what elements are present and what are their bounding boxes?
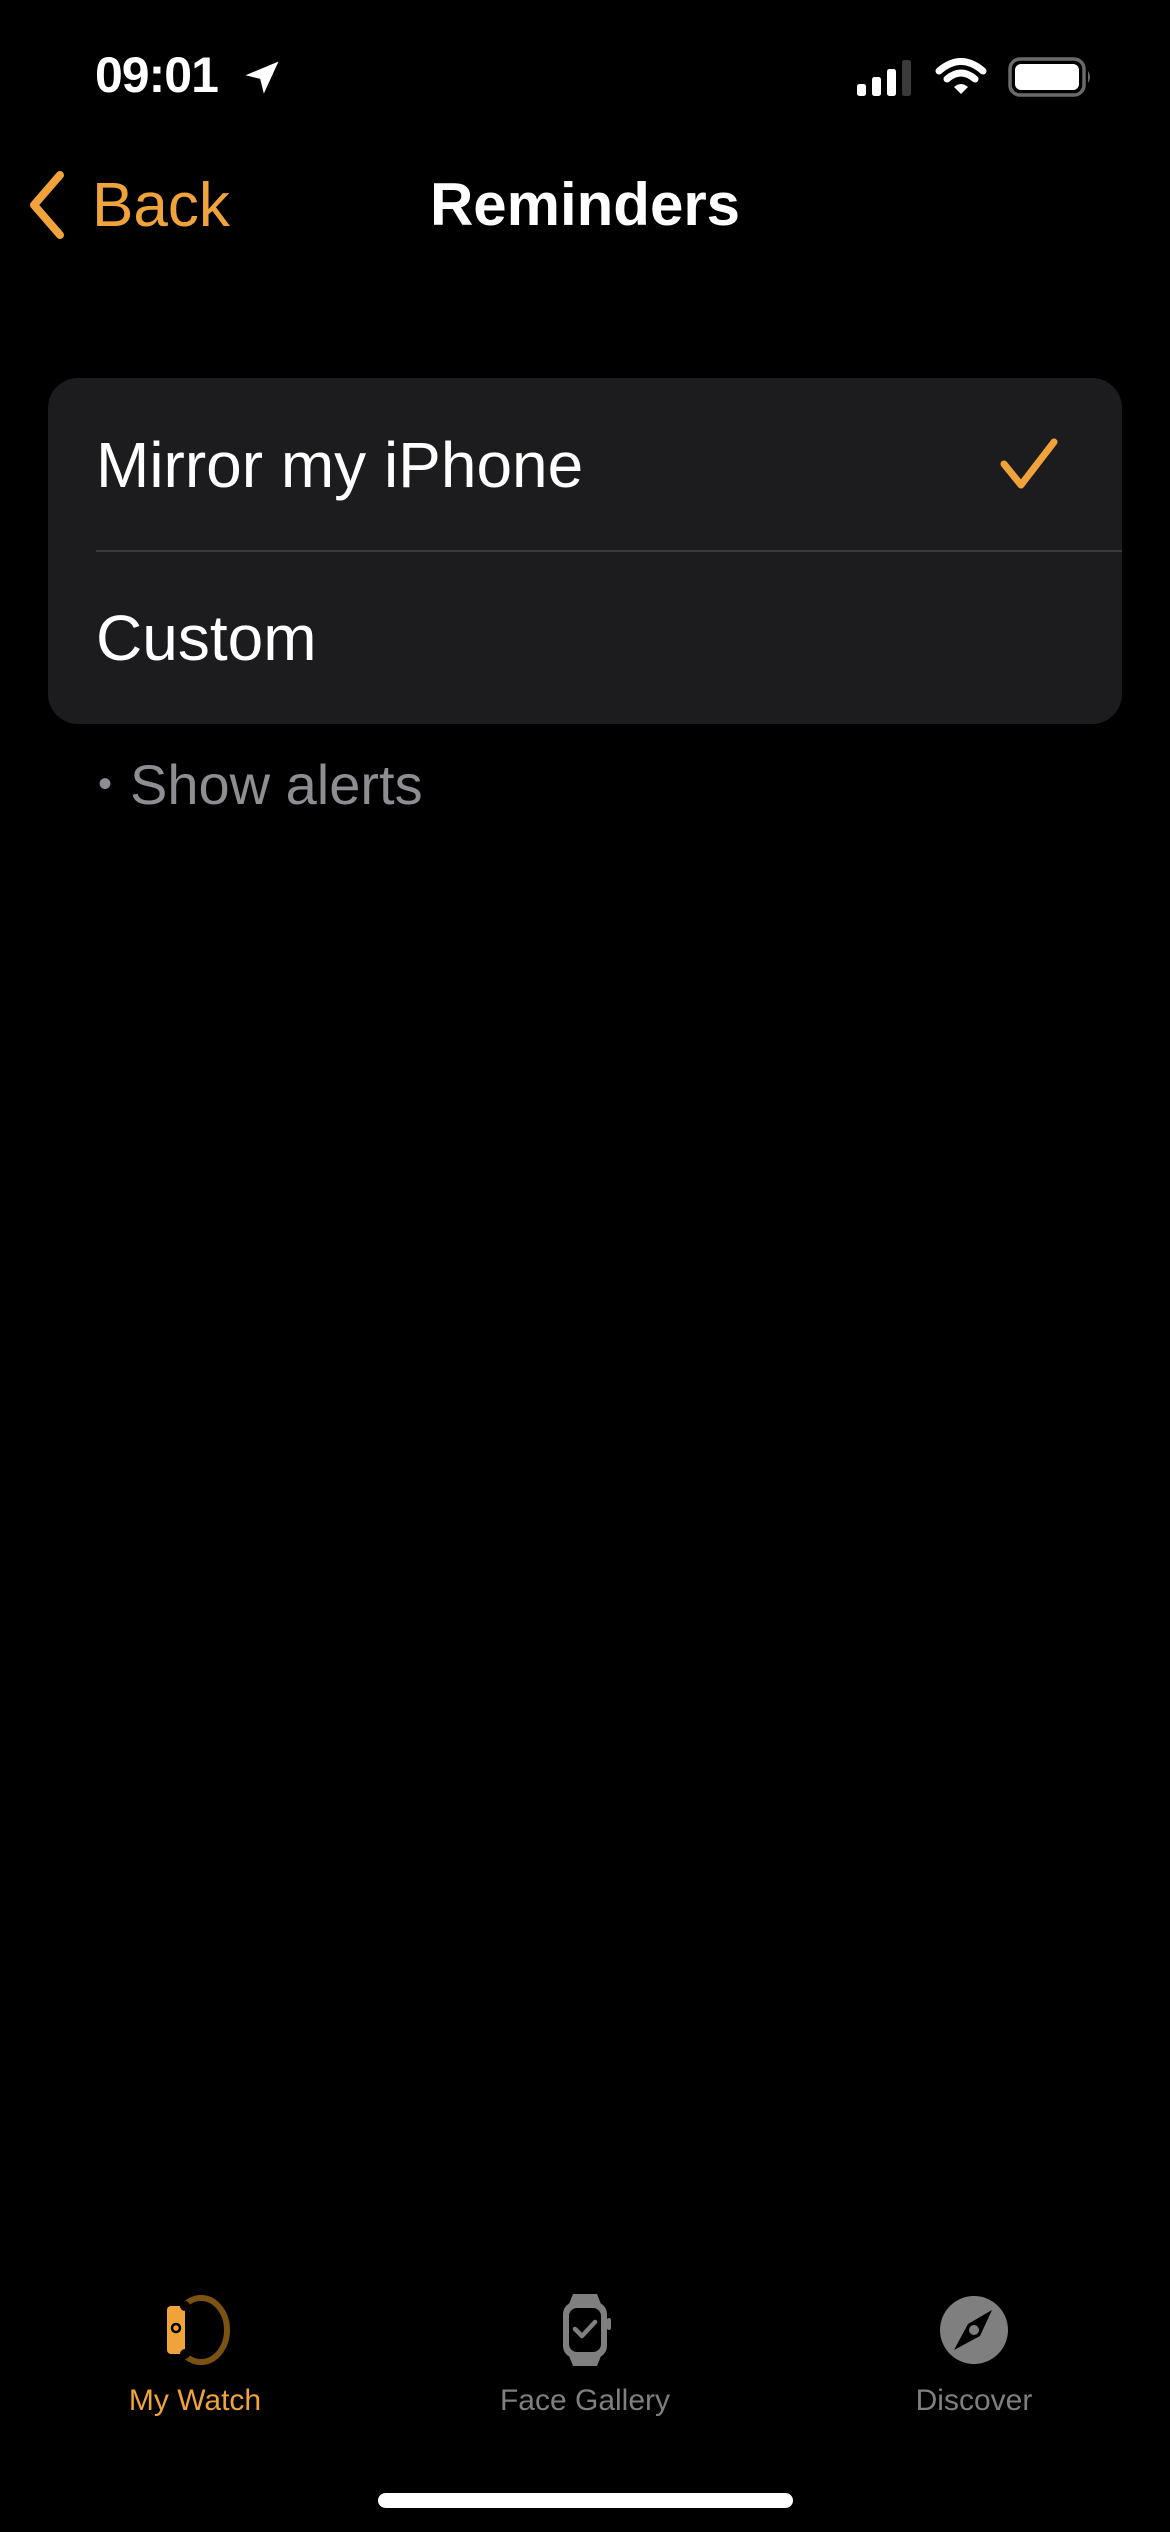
tab-bar: My Watch Face Gallery Discover bbox=[0, 2290, 1170, 2440]
tab-discover[interactable]: Discover bbox=[824, 2290, 1124, 2440]
footer-note-text: Show alerts bbox=[130, 753, 423, 816]
option-custom[interactable]: Custom bbox=[48, 551, 1122, 724]
tab-label: My Watch bbox=[128, 2384, 262, 2417]
status-time: 09:01 bbox=[95, 47, 219, 103]
tab-my-watch[interactable]: My Watch bbox=[45, 2290, 345, 2440]
option-label: Mirror my iPhone bbox=[96, 428, 584, 501]
location-arrow-icon bbox=[245, 61, 279, 94]
chevron-left-icon bbox=[30, 171, 64, 239]
bullet: • bbox=[98, 762, 113, 806]
tab-face-gallery[interactable]: Face Gallery bbox=[435, 2290, 735, 2440]
home-indicator[interactable] bbox=[378, 2493, 793, 2508]
tab-label: Discover bbox=[915, 2384, 1033, 2417]
reminder-mode-options: Mirror my iPhone Custom bbox=[48, 378, 1122, 724]
watch-side-icon bbox=[167, 2295, 230, 2365]
cellular-signal-icon bbox=[857, 60, 911, 96]
back-label: Back bbox=[92, 170, 230, 240]
back-button[interactable]: Back bbox=[24, 165, 230, 245]
option-mirror-my-iphone[interactable]: Mirror my iPhone bbox=[48, 378, 1122, 552]
battery-icon bbox=[1008, 57, 1090, 97]
option-label: Custom bbox=[96, 601, 317, 674]
tab-label: Face Gallery bbox=[499, 2384, 671, 2417]
compass-icon bbox=[940, 2296, 1008, 2364]
checkmark-icon bbox=[1000, 438, 1058, 488]
status-bar: 09:01 bbox=[0, 0, 1170, 150]
footer-note: • Show alerts bbox=[98, 752, 423, 817]
watch-face-icon bbox=[563, 2294, 611, 2366]
wifi-icon bbox=[935, 58, 987, 94]
